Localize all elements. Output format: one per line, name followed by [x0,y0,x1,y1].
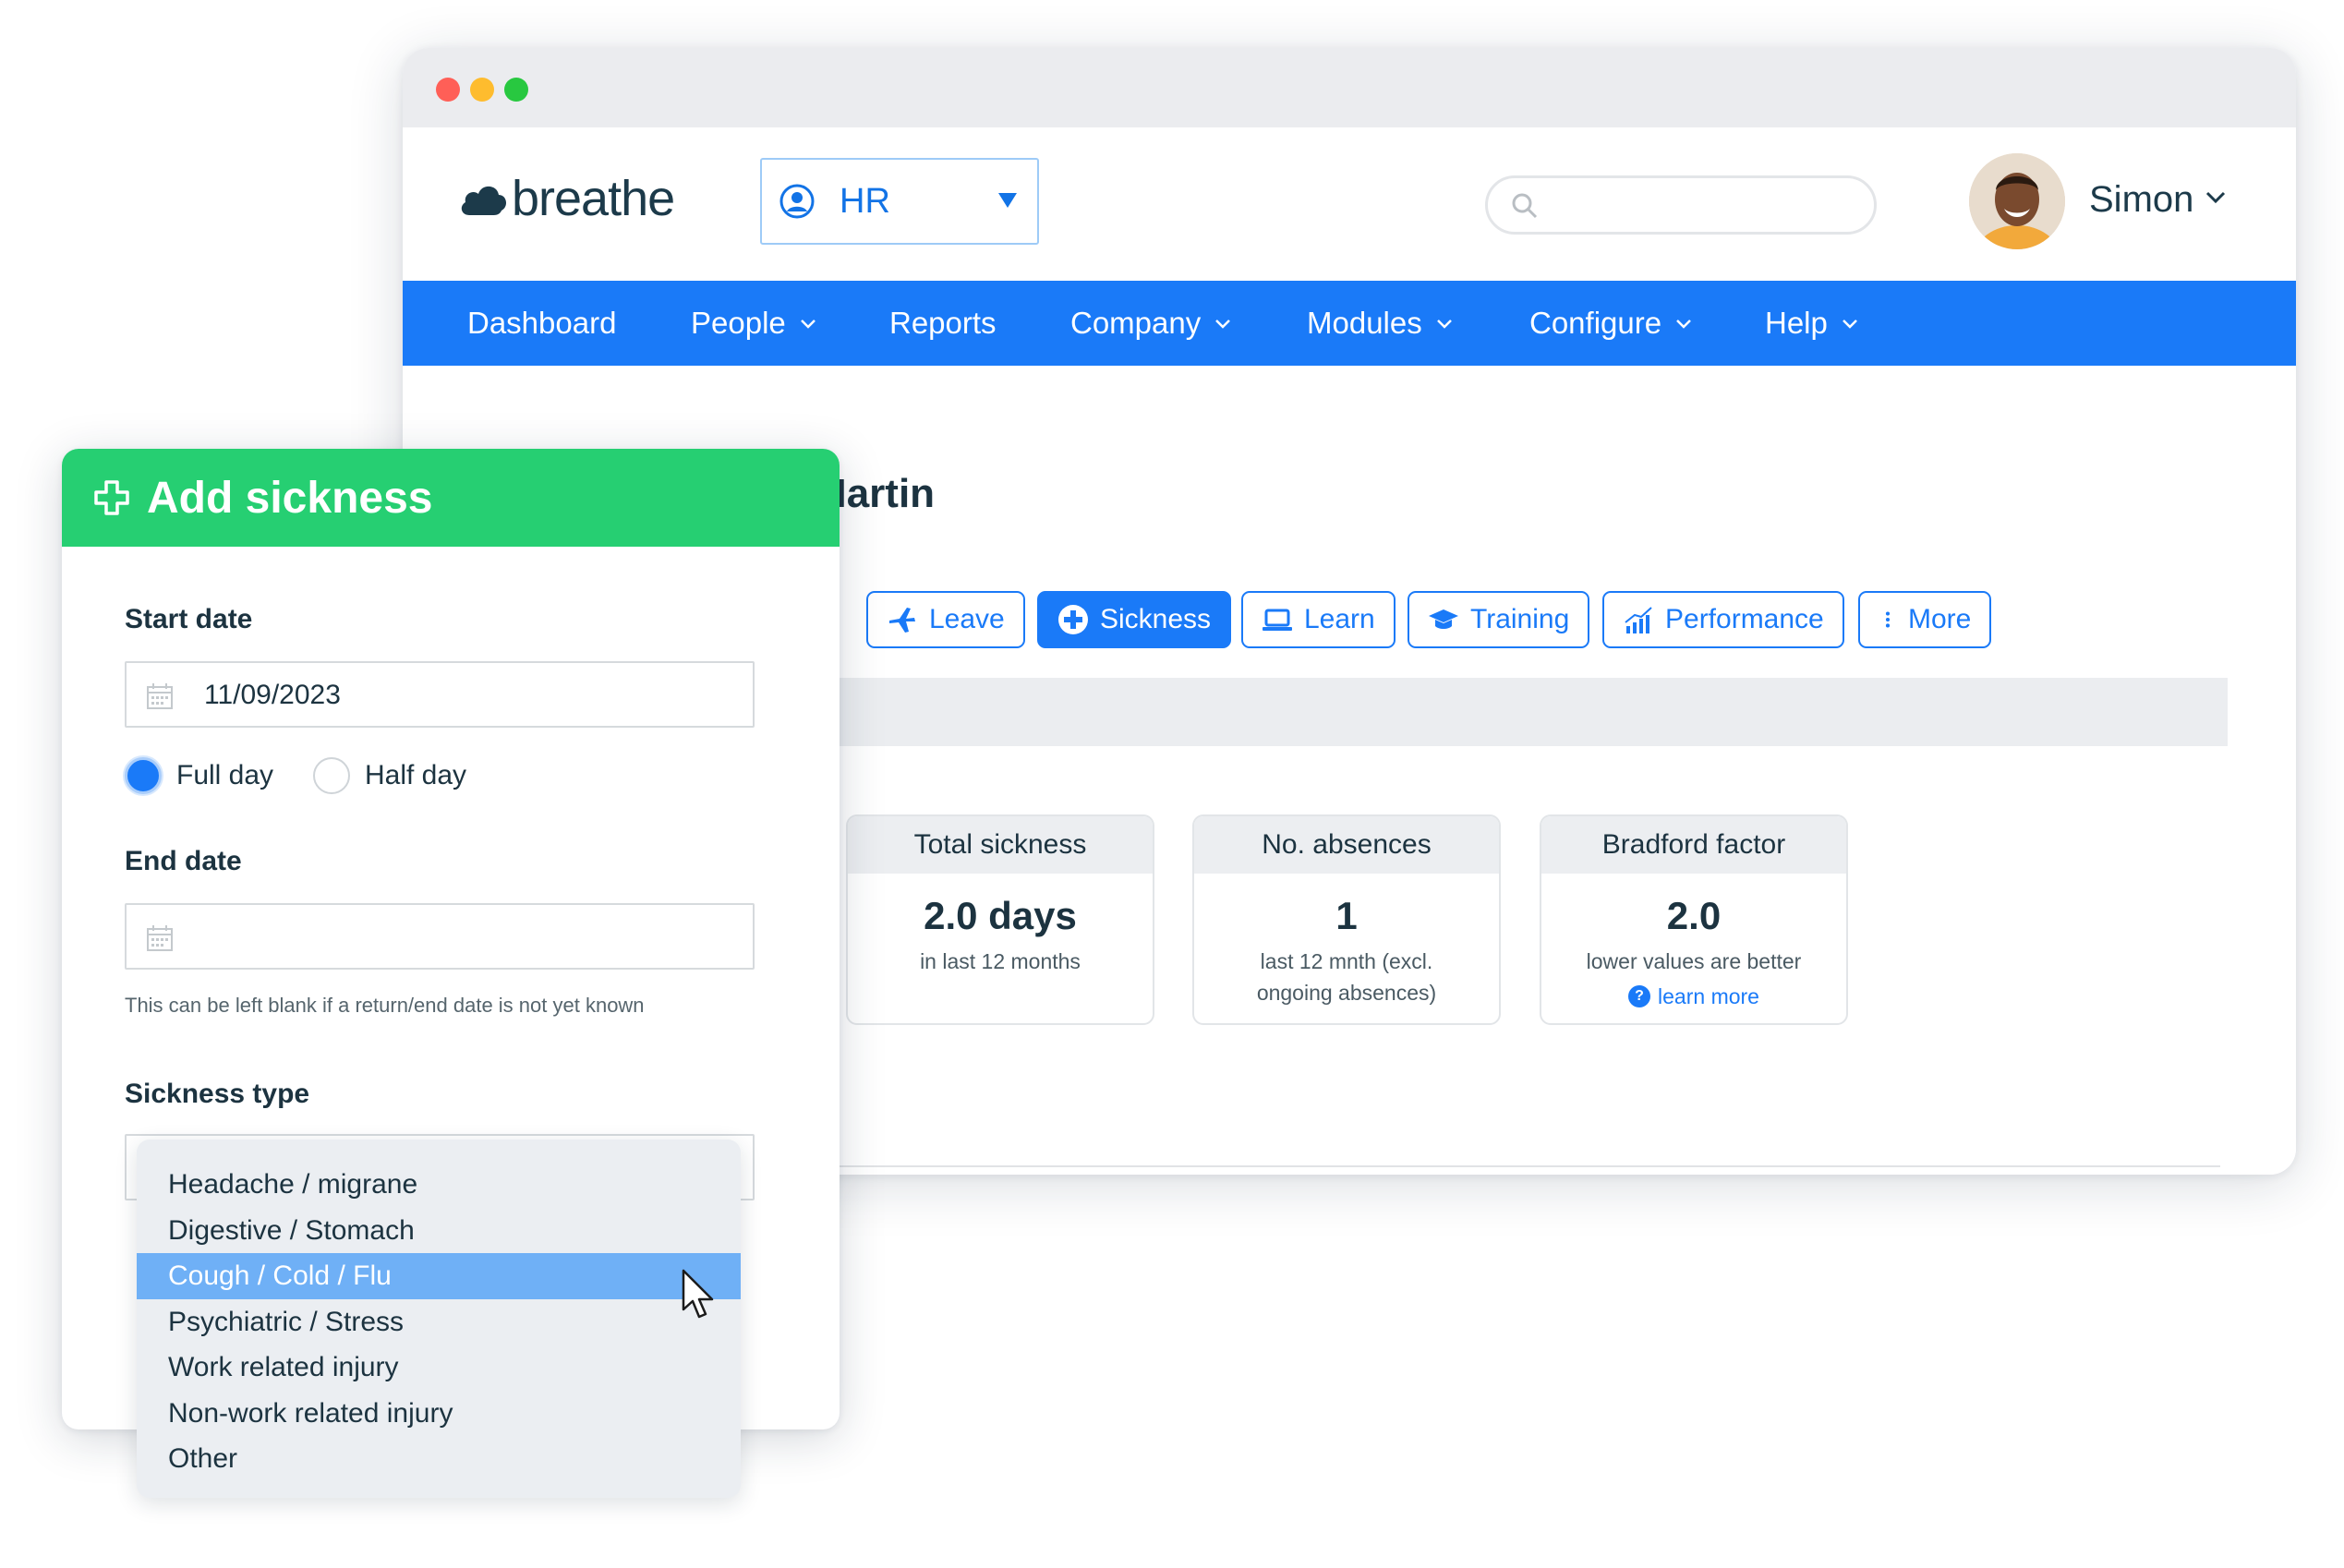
learn-more-link[interactable]: ? learn more [1628,981,1759,1012]
radio-unchecked-icon [313,757,350,794]
breathe-logo[interactable]: breathe [458,166,675,231]
full-day-radio[interactable]: Full day [125,757,273,794]
radio-label: Full day [176,760,274,790]
half-day-radio[interactable]: Half day [313,757,466,794]
tab-label: Training [1470,604,1570,634]
tab-label: Leave [929,604,1005,634]
user-circle-icon [779,184,815,219]
chevron-down-icon [800,320,816,329]
chevron-down-icon [1436,320,1452,329]
graduation-cap-icon [1429,609,1458,629]
tab-label: Learn [1304,604,1375,634]
tab-leave[interactable]: Leave [866,591,1025,648]
maximize-window-button[interactable] [504,78,528,102]
start-date-value: 11/09/2023 [204,680,341,710]
calendar-icon [147,925,173,951]
nav-dashboard[interactable]: Dashboard [467,281,616,366]
end-date-helper-text: This can be left blank if a return/end d… [125,994,645,1017]
chevron-down-icon [1215,320,1231,329]
minimize-window-button[interactable] [470,78,494,102]
stat-card-absences: No. absences 1 last 12 mnth (excl. ongoi… [1192,814,1501,1025]
nav-label: Company [1070,306,1202,340]
option-digestive[interactable]: Digestive / Stomach [137,1208,741,1254]
end-date-field[interactable] [125,903,755,970]
question-icon: ? [1628,985,1651,1007]
start-date-field[interactable]: 11/09/2023 [125,661,755,728]
nav-label: People [691,306,786,340]
cloud-logo-icon [461,186,507,215]
laptop-icon [1263,609,1292,631]
stat-title: No. absences [1194,816,1499,874]
main-nav: Dashboard People Reports Company Modules… [403,281,2296,366]
tab-label: Sickness [1100,604,1212,634]
nav-modules[interactable]: Modules [1307,281,1454,366]
nav-help[interactable]: Help [1765,281,1859,366]
mouse-cursor-icon [682,1269,714,1319]
kebab-icon [1885,611,1891,628]
search-icon [1512,193,1538,219]
close-window-button[interactable] [436,78,460,102]
nav-company[interactable]: Company [1070,281,1232,366]
plus-circle-icon [1058,605,1088,634]
radio-checked-icon [125,757,162,794]
option-non-work-injury[interactable]: Non-work related injury [137,1391,741,1437]
stat-subtext: lower values are better [1586,949,1802,973]
option-other[interactable]: Other [137,1436,741,1482]
app-header: breathe HR Simon [403,127,2296,281]
modal-header: Add sickness [62,449,840,547]
chevron-down-icon[interactable] [2204,185,2228,209]
nav-label: Help [1765,306,1828,340]
chevron-down-icon [1842,320,1857,329]
tab-label: Performance [1665,604,1824,634]
stat-value: 1 [1335,894,1358,937]
nav-reports[interactable]: Reports [889,281,997,366]
chevron-down-icon [1676,320,1691,329]
calendar-icon [147,683,173,709]
learn-more-label: learn more [1658,984,1759,1008]
stat-value: 2.0 days [924,894,1077,937]
nav-label: Modules [1307,306,1422,340]
modal-title: Add sickness [147,473,433,523]
tab-more[interactable]: More [1858,591,1992,648]
logo-text: breathe [512,171,675,226]
start-date-label: Start date [125,604,253,634]
sickness-type-label: Sickness type [125,1079,310,1109]
option-headache[interactable]: Headache / migrane [137,1162,741,1208]
nav-people[interactable]: People [691,281,817,366]
sickness-type-dropdown: Headache / migrane Digestive / Stomach C… [137,1140,741,1498]
stat-title: Bradford factor [1541,816,1846,874]
stat-subtext: last 12 mnth (excl. [1260,949,1433,973]
chart-icon [1625,607,1652,633]
stat-card-total-sickness: Total sickness 2.0 days in last 12 month… [846,814,1154,1025]
tab-performance[interactable]: Performance [1602,591,1844,648]
option-cough-cold-flu[interactable]: Cough / Cold / Flu [137,1253,741,1299]
role-select[interactable]: HR [760,158,1039,245]
stat-title: Total sickness [848,816,1153,874]
caret-down-icon [998,193,1017,208]
end-date-label: End date [125,846,242,876]
option-work-injury[interactable]: Work related injury [137,1345,741,1391]
stat-subtext: ongoing absences) [1256,981,1437,1005]
tab-label: More [1908,604,1972,634]
nav-configure[interactable]: Configure [1529,281,1693,366]
user-avatar[interactable] [1969,153,2065,249]
user-name[interactable]: Simon [2089,179,2193,221]
tab-sickness[interactable]: Sickness [1037,591,1232,648]
role-select-value: HR [840,181,890,221]
radio-label: Half day [365,760,467,790]
search-input[interactable] [1485,175,1877,235]
tab-training[interactable]: Training [1408,591,1590,648]
plane-icon [889,608,915,633]
nav-label: Dashboard [467,306,617,340]
window-titlebar [403,48,2296,127]
tab-learn[interactable]: Learn [1241,591,1396,648]
nav-label: Configure [1529,306,1662,340]
nav-label: Reports [889,306,997,340]
stat-value: 2.0 [1666,894,1722,937]
stat-subtext: in last 12 months [920,949,1081,973]
option-psychiatric[interactable]: Psychiatric / Stress [137,1299,741,1345]
plus-outline-icon [94,480,129,515]
stat-card-bradford: Bradford factor 2.0 lower values are bet… [1540,814,1848,1025]
